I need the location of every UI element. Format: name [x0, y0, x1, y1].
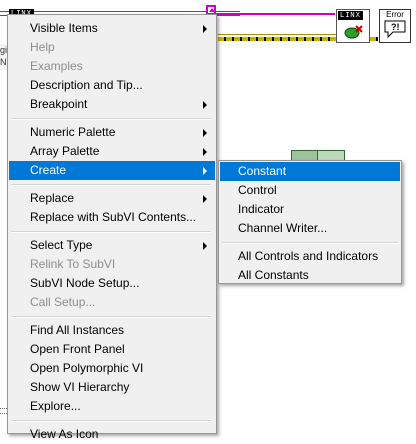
submenu-arrow-icon [203, 195, 207, 203]
menu-item-call-setup[interactable]: Call Setup... [9, 293, 215, 312]
submenu-item-all-controls-and-indicators[interactable]: All Controls and Indicators [220, 247, 400, 266]
error-label: Error [386, 10, 404, 19]
menu-item-label: Open Polymorphic VI [30, 361, 144, 375]
menu-separator [11, 420, 211, 422]
menu-item-label: Breakpoint [30, 97, 88, 111]
linx-close-node[interactable]: LINX [336, 9, 370, 43]
linx-label-right: LINX [338, 11, 363, 20]
error-wire-upper[interactable] [218, 34, 338, 35]
menu-separator [11, 316, 211, 318]
menu-item-create[interactable]: Create [9, 161, 215, 180]
dotted-line [0, 413, 7, 415]
dotted-line [0, 408, 7, 410]
menu-item-select-type[interactable]: Select Type [9, 236, 215, 255]
submenu-item-label: Control [238, 183, 277, 197]
menu-item-label: Call Setup... [30, 295, 96, 309]
simple-error-handler-node[interactable]: Error ?! [379, 9, 411, 43]
submenu-item-label: Constant [238, 164, 287, 178]
menu-item-relink-to-subvi[interactable]: Relink To SubVI [9, 255, 215, 274]
menu-item-label: SubVI Node Setup... [30, 276, 140, 290]
menu-item-open-polymorphic-vi[interactable]: Open Polymorphic VI [9, 359, 215, 378]
menu-item-label: Show VI Hierarchy [30, 380, 130, 394]
menu-item-visible-items[interactable]: Visible Items [9, 19, 215, 38]
menu-item-label: Help [30, 40, 55, 54]
menu-item-examples[interactable]: Examples [9, 57, 215, 76]
fragment-text: gi [0, 45, 7, 55]
menu-item-replace-with-subvi-contents[interactable]: Replace with SubVI Contents... [9, 208, 215, 227]
menu-item-label: Examples [30, 59, 83, 73]
linx-close-icon [344, 25, 363, 39]
menu-item-numeric-palette[interactable]: Numeric Palette [9, 123, 215, 142]
submenu-arrow-icon [203, 148, 207, 156]
menu-separator [11, 184, 211, 186]
submenu-arrow-icon [203, 129, 207, 137]
menu-separator [222, 242, 398, 244]
submenu-arrow-icon [203, 242, 207, 250]
submenu-item-control[interactable]: Control [220, 181, 400, 200]
menu-separator [11, 118, 211, 120]
menu-item-find-all-instances[interactable]: Find All Instances [9, 321, 215, 340]
submenu-arrow-icon [203, 101, 207, 109]
menu-item-label: Numeric Palette [30, 125, 116, 139]
menu-item-replace[interactable]: Replace [9, 189, 215, 208]
submenu-arrow-icon [203, 25, 207, 33]
visa-wire-right[interactable] [215, 13, 335, 15]
menu-item-label: Replace [30, 191, 75, 205]
submenu-item-label: Channel Writer... [238, 221, 328, 235]
menu-item-show-vi-hierarchy[interactable]: Show VI Hierarchy [9, 378, 215, 397]
submenu-item-constant[interactable]: Constant [220, 162, 400, 181]
menu-item-label: Relink To SubVI [30, 257, 116, 271]
menu-item-label: Description and Tip... [30, 78, 143, 92]
menu-item-label: Find All Instances [30, 323, 125, 337]
menu-item-label: Open Front Panel [30, 342, 125, 356]
submenu-item-label: All Constants [238, 268, 309, 282]
menu-item-description-and-tip[interactable]: Description and Tip... [9, 76, 215, 95]
submenu-arrow-icon [203, 167, 207, 175]
submenu-item-all-constants[interactable]: All Constants [220, 266, 400, 285]
menu-item-label: Replace with SubVI Contents... [30, 210, 197, 224]
context-menu: Visible Items Help Examples Description … [7, 14, 217, 441]
create-submenu: Constant Control Indicator Channel Write… [218, 160, 402, 284]
menu-item-label: Array Palette [30, 144, 100, 158]
submenu-item-label: Indicator [238, 202, 285, 216]
svg-text:?!: ?! [391, 22, 400, 32]
menu-item-label: View As Icon [30, 427, 99, 441]
menu-separator [11, 231, 211, 233]
submenu-item-label: All Controls and Indicators [238, 249, 379, 263]
submenu-item-channel-writer[interactable]: Channel Writer... [220, 219, 400, 238]
submenu-item-indicator[interactable]: Indicator [220, 200, 400, 219]
menu-item-help[interactable]: Help [9, 38, 215, 57]
question-bubble-icon: ?! [384, 20, 406, 39]
menu-item-label: Create [30, 163, 67, 177]
fragment-text: N [0, 57, 7, 67]
menu-item-explore[interactable]: Explore... [9, 397, 215, 416]
menu-item-label: Select Type [30, 238, 93, 252]
menu-item-breakpoint[interactable]: Breakpoint [9, 95, 215, 114]
menu-item-subvi-node-setup[interactable]: SubVI Node Setup... [9, 274, 215, 293]
menu-item-array-palette[interactable]: Array Palette [9, 142, 215, 161]
menu-item-open-front-panel[interactable]: Open Front Panel [9, 340, 215, 359]
menu-item-view-as-icon[interactable]: View As Icon [9, 425, 215, 444]
menu-item-label: Visible Items [30, 21, 98, 35]
left-node-fragment: gi N [0, 44, 7, 70]
menu-item-label: Explore... [30, 399, 81, 413]
